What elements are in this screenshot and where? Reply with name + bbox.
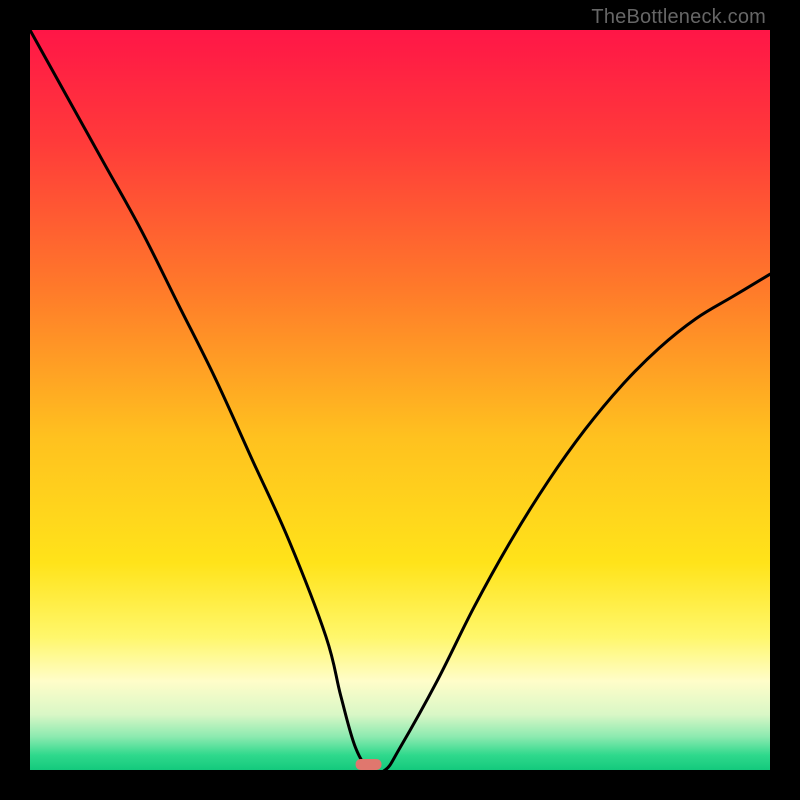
optimal-marker (356, 759, 382, 770)
bottleneck-chart (30, 30, 770, 770)
plot-area (30, 30, 770, 770)
watermark-text: TheBottleneck.com (591, 6, 766, 29)
chart-frame: TheBottleneck.com (0, 0, 800, 800)
gradient-background (30, 30, 770, 770)
